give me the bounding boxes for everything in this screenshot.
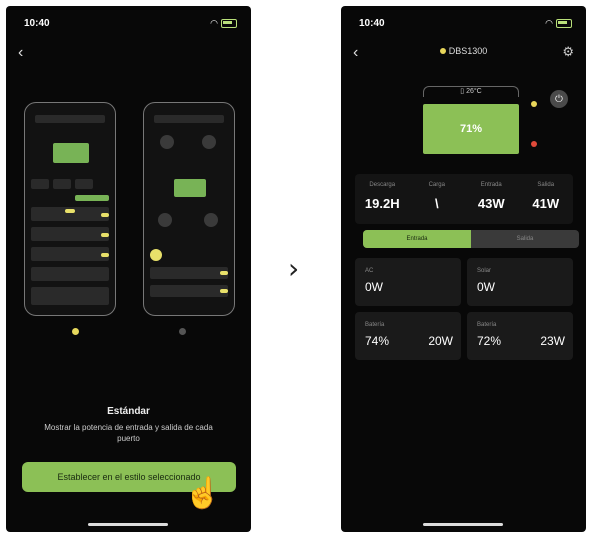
phone-device-dashboard: 10:40 ◠ ‹ DBS1300 ⚙ ▯ 26°C 71% ⏻ Descarg…: [341, 6, 586, 532]
stat-charge: Carga \: [410, 174, 465, 224]
stat-label: Carga: [428, 182, 445, 188]
status-dot: [439, 48, 446, 54]
card-percent: 72%: [477, 334, 502, 348]
status-time: 10:40: [359, 18, 385, 29]
style-title: Estándar: [107, 406, 150, 417]
stat-value: \: [434, 196, 439, 211]
status-icons: ◠: [545, 18, 572, 29]
battery-status-icon: [556, 19, 572, 28]
status-icons: ◠: [210, 18, 237, 29]
card-power: 23W: [540, 334, 565, 348]
style-description: Mostrar la potencia de entrada y salida …: [44, 423, 213, 443]
card-label: Batería: [477, 322, 497, 328]
battery-level: 71%: [423, 104, 519, 154]
battery-graphic: ▯ 26°C 71%: [423, 86, 519, 156]
wifi-icon: ◠: [545, 18, 553, 28]
style-preview-standard[interactable]: [24, 102, 116, 316]
stat-label: Entrada: [480, 182, 502, 188]
stat-discharge: Descarga 19.2H: [355, 174, 410, 224]
page-dot[interactable]: [178, 328, 186, 335]
card-label: Batería: [365, 322, 385, 328]
power-icon: ⏻: [555, 93, 563, 105]
card-value: 0W: [365, 280, 383, 294]
tab-salida[interactable]: Salida: [471, 230, 579, 248]
device-name: DBS1300: [448, 46, 488, 56]
phone-style-selector: 10:40 ◠ ‹ Estándar Mostrar la potencia d…: [6, 6, 251, 532]
stat-input: Entrada 43W: [464, 174, 519, 224]
card-solar[interactable]: Solar 0W: [467, 258, 573, 306]
io-tabs: Entrada Salida: [363, 230, 579, 248]
card-battery-2[interactable]: Batería 72% 23W: [467, 312, 573, 360]
device-title: DBS1300: [341, 46, 586, 56]
battery-temperature: ▯ 26°C: [423, 86, 519, 97]
status-time: 10:40: [24, 18, 50, 29]
tab-entrada[interactable]: Entrada: [363, 230, 471, 248]
stat-value: 41W: [532, 196, 560, 211]
card-ac[interactable]: AC 0W: [355, 258, 461, 306]
stat-label: Descarga: [369, 182, 396, 188]
status-bar: 10:40 ◠: [6, 18, 251, 34]
card-power: 20W: [428, 334, 453, 348]
card-label: Solar: [477, 268, 492, 274]
stat-label: Salida: [537, 182, 555, 188]
chevron-right-icon: ›: [288, 252, 300, 285]
home-indicator: [88, 523, 168, 526]
style-preview-alternate[interactable]: [143, 102, 235, 316]
input-port-indicator: [531, 101, 537, 107]
power-button[interactable]: ⏻: [550, 90, 568, 108]
gear-icon[interactable]: ⚙: [562, 44, 574, 60]
temperature-value: 26°C: [466, 88, 482, 95]
stat-value: 43W: [477, 196, 505, 211]
chevron-left-icon: ‹: [18, 44, 24, 61]
back-button[interactable]: ‹: [18, 44, 23, 62]
card-label: AC: [365, 268, 374, 274]
stat-output: Salida 41W: [519, 174, 574, 224]
card-battery-1[interactable]: Batería 74% 20W: [355, 312, 461, 360]
battery-status-icon: [221, 19, 237, 28]
home-indicator: [423, 523, 503, 526]
page-dot-active[interactable]: [71, 328, 79, 335]
tap-hand-icon: ☝: [184, 477, 222, 510]
status-bar: 10:40 ◠: [341, 18, 586, 34]
stats-panel: Descarga 19.2H Carga \ Entrada 43W Salid…: [355, 174, 573, 224]
card-percent: 74%: [365, 334, 390, 348]
card-value: 0W: [477, 280, 495, 294]
thermometer-icon: ▯: [460, 88, 465, 95]
wifi-icon: ◠: [210, 18, 218, 28]
page-indicator: [6, 328, 251, 335]
output-port-indicator: [531, 141, 537, 147]
stat-value: 19.2H: [364, 196, 400, 211]
